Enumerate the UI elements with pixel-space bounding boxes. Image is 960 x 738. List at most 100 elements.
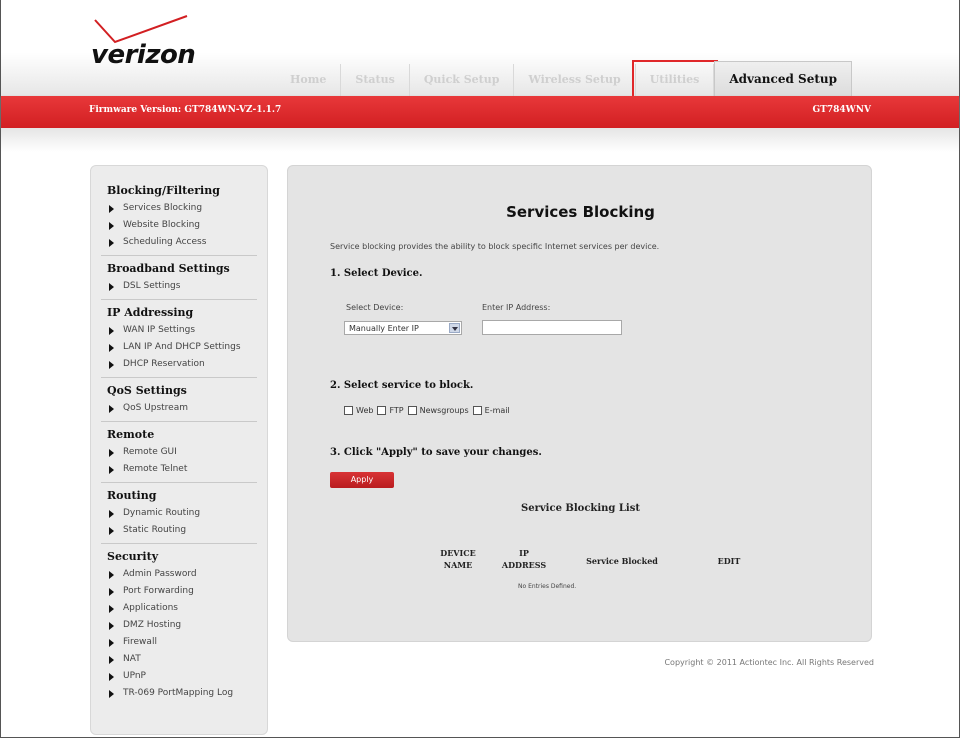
sidebar-item-dhcp-reservation[interactable]: DHCP Reservation	[101, 356, 257, 373]
sidebar-item-upnp[interactable]: UPnP	[101, 668, 257, 685]
arrow-right-icon	[109, 282, 114, 291]
arrow-right-icon	[109, 570, 114, 579]
header-shadow	[1, 128, 959, 152]
model-name: GT784WNV	[812, 105, 872, 115]
copyright-text: Copyright © 2011 Actiontec Inc. All Righ…	[664, 658, 874, 667]
sidebar-item-port-forwarding[interactable]: Port Forwarding	[101, 583, 257, 600]
arrow-right-icon	[109, 360, 114, 369]
arrow-right-icon	[109, 672, 114, 681]
arrow-right-icon	[109, 689, 114, 698]
sidebar-item-services-blocking[interactable]: Services Blocking	[101, 200, 257, 217]
ftp-checkbox[interactable]	[377, 406, 387, 415]
sidebar-section-ip-addressing: IP Addressing WAN IP Settings LAN IP And…	[101, 306, 257, 378]
newsgroups-label: Newsgroups	[419, 406, 469, 415]
sidebar-item-label: Port Forwarding	[123, 586, 194, 596]
empty-list-message: No Entries Defined.	[518, 583, 577, 590]
select-device-label: Select Device:	[346, 303, 404, 312]
sidebar-item-remote-telnet[interactable]: Remote Telnet	[101, 461, 257, 478]
tab-wireless-setup[interactable]: Wireless Setup	[514, 64, 636, 96]
page-description: Service blocking provides the ability to…	[330, 242, 660, 251]
sidebar-item-lan-ip-dhcp-settings[interactable]: LAN IP And DHCP Settings	[101, 339, 257, 356]
sidebar-item-dsl-settings[interactable]: DSL Settings	[101, 278, 257, 295]
sidebar-section-title: Routing	[107, 489, 157, 502]
arrow-right-icon	[109, 638, 114, 647]
arrow-right-icon	[109, 621, 114, 630]
sidebar-item-label: DSL Settings	[123, 281, 181, 291]
page-title: Services Blocking	[506, 203, 655, 221]
sidebar-section-blocking: Blocking/Filtering Services Blocking Web…	[101, 184, 257, 256]
sidebar-section-title: Remote	[107, 428, 155, 441]
tab-status[interactable]: Status	[341, 64, 410, 96]
step2-heading: 2. Select service to block.	[330, 380, 474, 391]
step1-heading: 1. Select Device.	[330, 268, 423, 279]
sidebar-section-title: Blocking/Filtering	[107, 184, 220, 197]
sidebar-item-firewall[interactable]: Firewall	[101, 634, 257, 651]
sidebar-item-tr069-portmapping-log[interactable]: TR-069 PortMapping Log	[101, 685, 257, 702]
tab-advanced-setup[interactable]: Advanced Setup	[714, 61, 853, 96]
sidebar-section-qos: QoS Settings QoS Upstream	[101, 384, 257, 422]
sidebar-item-label: WAN IP Settings	[123, 325, 196, 335]
verizon-logo[interactable]: verizon	[91, 40, 196, 70]
chevron-down-icon[interactable]	[449, 323, 460, 333]
email-label: E-mail	[484, 406, 510, 415]
sidebar-section-title: IP Addressing	[107, 306, 194, 319]
sidebar-item-label: TR-069 PortMapping Log	[123, 688, 234, 698]
sidebar-item-label: Admin Password	[123, 569, 197, 579]
sidebar-section-broadband: Broadband Settings DSL Settings	[101, 262, 257, 300]
firmware-bar: Firmware Version: GT784WN-VZ-1.1.7 GT784…	[1, 96, 959, 128]
sidebar-item-scheduling-access[interactable]: Scheduling Access	[101, 234, 257, 251]
arrow-right-icon	[109, 404, 114, 413]
sidebar-item-dmz-hosting[interactable]: DMZ Hosting	[101, 617, 257, 634]
sidebar-item-dynamic-routing[interactable]: Dynamic Routing	[101, 505, 257, 522]
sidebar-item-label: UPnP	[123, 671, 146, 681]
ip-address-input[interactable]	[482, 320, 622, 335]
col-service-blocked: Service Blocked	[586, 556, 658, 566]
select-device-dropdown[interactable]: Manually Enter IP	[344, 321, 462, 335]
tab-quick-setup[interactable]: Quick Setup	[410, 64, 515, 96]
sidebar-item-label: QoS Upstream	[123, 403, 189, 413]
arrow-right-icon	[109, 326, 114, 335]
sidebar-section-title: Broadband Settings	[107, 262, 230, 275]
sidebar-section-security: Security Admin Password Port Forwarding …	[101, 550, 257, 706]
web-checkbox[interactable]	[344, 406, 353, 415]
col-edit: EDIT	[717, 556, 741, 566]
sidebar-section-title: Security	[107, 550, 159, 563]
sidebar-item-label: DMZ Hosting	[123, 620, 182, 630]
sidebar-section-remote: Remote Remote GUI Remote Telnet	[101, 428, 257, 483]
sidebar-item-remote-gui[interactable]: Remote GUI	[101, 444, 257, 461]
arrow-right-icon	[109, 204, 114, 213]
sidebar-item-website-blocking[interactable]: Website Blocking	[101, 217, 257, 234]
arrow-right-icon	[109, 655, 114, 664]
arrow-right-icon	[109, 509, 114, 518]
tab-utilities[interactable]: Utilities	[631, 60, 719, 100]
arrow-right-icon	[109, 465, 114, 474]
sidebar-item-static-routing[interactable]: Static Routing	[101, 522, 257, 539]
arrow-right-icon	[109, 587, 114, 596]
select-device-value: Manually Enter IP	[349, 324, 419, 333]
arrow-right-icon	[109, 343, 114, 352]
sidebar-item-label: NAT	[123, 654, 141, 664]
arrow-right-icon	[109, 238, 114, 247]
service-blocking-list-title: Service Blocking List	[521, 503, 640, 514]
email-checkbox[interactable]	[472, 406, 482, 415]
sidebar-item-qos-upstream[interactable]: QoS Upstream	[101, 400, 257, 417]
newsgroups-checkbox[interactable]	[407, 406, 417, 415]
sidebar-item-label: Remote Telnet	[123, 464, 188, 474]
sidebar-item-label: Scheduling Access	[123, 237, 207, 247]
sidebar-item-admin-password[interactable]: Admin Password	[101, 566, 257, 583]
ftp-label: FTP	[389, 406, 404, 415]
web-label: Web	[356, 406, 374, 415]
tab-home[interactable]: Home	[276, 64, 342, 96]
apply-button[interactable]: Apply	[330, 472, 394, 488]
sidebar-section-title: QoS Settings	[107, 384, 187, 397]
sidebar-item-label: Services Blocking	[123, 203, 203, 213]
sidebar-item-nat[interactable]: NAT	[101, 651, 257, 668]
firmware-version: Firmware Version: GT784WN-VZ-1.1.7	[89, 105, 282, 115]
arrow-right-icon	[109, 221, 114, 230]
sidebar-item-applications[interactable]: Applications	[101, 600, 257, 617]
arrow-right-icon	[109, 526, 114, 535]
sidebar-item-wan-ip-settings[interactable]: WAN IP Settings	[101, 322, 257, 339]
sidebar-item-label: DHCP Reservation	[123, 359, 205, 369]
content-panel: Services Blocking Service blocking provi…	[287, 165, 872, 642]
col-ip-address: IP ADDRESS	[501, 548, 547, 570]
